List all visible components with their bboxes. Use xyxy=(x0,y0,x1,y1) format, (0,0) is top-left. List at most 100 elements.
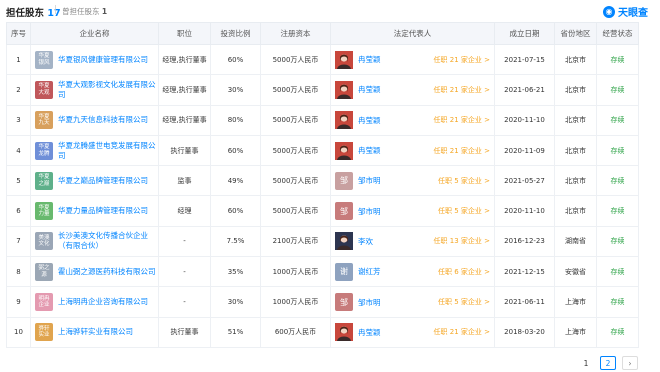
legal-rep-name-link[interactable]: 冉莹颖 xyxy=(358,54,381,65)
date-cell: 2016-12-23 xyxy=(494,225,555,258)
legal-rep-name-link[interactable]: 冉莹颖 xyxy=(358,145,381,156)
rep-companies-link[interactable]: 任职 21 家企业 > xyxy=(434,85,490,95)
avatar[interactable] xyxy=(335,80,353,99)
date-cell: 2020-11-10 xyxy=(494,195,555,227)
legal-rep-name-link[interactable]: 冉莹颖 xyxy=(358,327,381,338)
person-photo-icon xyxy=(335,141,353,160)
date-cell: 2018-03-20 xyxy=(494,316,555,348)
row-number: 6 xyxy=(6,195,31,227)
row-number: 4 xyxy=(6,134,31,167)
company-cell: 明冉企业 上海明冉企业咨询有限公司 xyxy=(30,286,159,318)
person-photo-icon xyxy=(335,232,353,251)
legal-rep-cell: 冉莹颖 任职 21 家企业 > xyxy=(330,104,495,136)
company-name-link[interactable]: 上海骅轩实业有限公司 xyxy=(58,327,133,337)
rep-companies-link[interactable]: 任职 21 家企业 > xyxy=(434,115,490,125)
company-name-link[interactable]: 华夏龙腾盛世电竞发展有限公司 xyxy=(58,141,158,161)
rep-companies-link[interactable]: 任职 6 家企业 > xyxy=(438,267,490,277)
table-row: 7 美澳文化 长沙美澳文化传播合伙企业（有限合伙） - 7.5% 2100万人民… xyxy=(6,225,639,258)
col-header-region: 省份地区 xyxy=(554,22,597,45)
table-header-row: 序号 企业名称 职位 投资比例 注册资本 法定代表人 成立日期 省份地区 经营状… xyxy=(6,22,639,45)
company-logo: 华夏九天 xyxy=(35,111,53,130)
date-cell: 2021-06-21 xyxy=(494,74,555,106)
region-cell: 北京市 xyxy=(554,195,597,227)
rep-companies-link[interactable]: 任职 21 家企业 > xyxy=(434,146,490,156)
avatar[interactable]: 邹 xyxy=(335,202,353,221)
col-header-date: 成立日期 xyxy=(494,22,555,45)
company-logo: 美澳文化 xyxy=(35,232,53,251)
region-cell: 上海市 xyxy=(554,316,597,348)
tab-current-shareholder[interactable]: 担任股东 17 xyxy=(6,5,61,19)
rep-companies-link[interactable]: 任职 21 家企业 > xyxy=(434,327,490,337)
legal-rep-name-link[interactable]: 冉莹颖 xyxy=(358,115,381,126)
avatar[interactable] xyxy=(335,141,353,160)
col-header-capital: 注册资本 xyxy=(260,22,331,45)
avatar[interactable]: 邹 xyxy=(335,293,353,312)
shareholder-header: 担任股东 17 | 曾担任股东 1 ◉ 天眼查 xyxy=(6,2,652,20)
date-cell: 2021-12-15 xyxy=(494,256,555,288)
company-name-link[interactable]: 华夏力量品牌管理有限公司 xyxy=(58,206,148,216)
ratio-cell: 80% xyxy=(210,104,261,136)
company-logo: 华夏力量 xyxy=(35,202,53,221)
avatar-initial: 邹 xyxy=(340,176,348,186)
legal-rep-name-link[interactable]: 李欢 xyxy=(358,236,373,247)
next-page-button[interactable]: › xyxy=(622,356,638,370)
row-number: 9 xyxy=(6,286,31,318)
company-name-link[interactable]: 华夏之巅品牌管理有限公司 xyxy=(58,176,148,186)
company-name-link[interactable]: 华夏大观影视文化发展有限公司 xyxy=(58,80,158,100)
company-cell: 华夏银风 华夏银风健康管理有限公司 xyxy=(30,43,159,76)
position-cell: 执行董事 xyxy=(158,134,211,167)
avatar[interactable] xyxy=(335,50,353,69)
row-number: 7 xyxy=(6,225,31,258)
legal-rep-name-link[interactable]: 邹市明 xyxy=(358,297,381,308)
rep-companies-link[interactable]: 任职 21 家企业 > xyxy=(434,55,490,65)
legal-rep-name-link[interactable]: 邹市明 xyxy=(358,175,381,186)
region-cell: 湖南省 xyxy=(554,225,597,258)
status-badge: 存续 xyxy=(596,316,639,348)
table-row: 10 骅轩实业 上海骅轩实业有限公司 执行董事 51% 600万人民币 冉莹颖 … xyxy=(6,316,639,348)
tab-former-shareholder[interactable]: 曾担任股东 1 xyxy=(62,6,107,17)
rep-companies-link[interactable]: 任职 5 家企业 > xyxy=(438,176,490,186)
row-number: 8 xyxy=(6,256,31,288)
company-name-link[interactable]: 长沙美澳文化传播合伙企业（有限合伙） xyxy=(58,231,158,251)
ratio-cell: 60% xyxy=(210,43,261,76)
row-number: 2 xyxy=(6,74,31,106)
person-photo-icon xyxy=(335,50,353,69)
company-logo: 弼之源 xyxy=(35,262,53,281)
legal-rep-cell: 冉莹颖 任职 21 家企业 > xyxy=(330,316,495,348)
avatar[interactable]: 谢 xyxy=(335,262,353,281)
company-name-link[interactable]: 华夏银风健康管理有限公司 xyxy=(58,55,148,65)
legal-rep-name-link[interactable]: 谢红芳 xyxy=(358,266,381,277)
legal-rep-name-link[interactable]: 冉莹颖 xyxy=(358,84,381,95)
page-1-button[interactable]: 1 xyxy=(578,356,594,370)
col-header-position: 职位 xyxy=(158,22,211,45)
company-logo: 华夏之巅 xyxy=(35,171,53,190)
col-header-legal-rep: 法定代表人 xyxy=(330,22,495,45)
avatar[interactable] xyxy=(335,232,353,251)
avatar[interactable]: 邹 xyxy=(335,171,353,190)
person-photo-icon xyxy=(335,80,353,99)
person-photo-icon xyxy=(335,323,353,342)
rep-companies-link[interactable]: 任职 13 家企业 > xyxy=(434,236,490,246)
company-cell: 华夏力量 华夏力量品牌管理有限公司 xyxy=(30,195,159,227)
company-name-link[interactable]: 华夏九天信息科技有限公司 xyxy=(58,115,148,125)
company-name-link[interactable]: 上海明冉企业咨询有限公司 xyxy=(58,297,148,307)
avatar[interactable] xyxy=(335,323,353,342)
company-cell: 华夏龙腾 华夏龙腾盛世电竞发展有限公司 xyxy=(30,134,159,167)
legal-rep-cell: 邹 邹市明 任职 5 家企业 > xyxy=(330,286,495,318)
avatar[interactable] xyxy=(335,111,353,130)
table-row: 9 明冉企业 上海明冉企业咨询有限公司 - 30% 1000万人民币 邹 邹市明… xyxy=(6,286,639,318)
legal-rep-name-link[interactable]: 邹市明 xyxy=(358,206,381,217)
rep-companies-link[interactable]: 任职 5 家企业 > xyxy=(438,206,490,216)
page-2-button[interactable]: 2 xyxy=(600,356,616,370)
rep-companies-link[interactable]: 任职 5 家企业 > xyxy=(438,297,490,307)
region-cell: 北京市 xyxy=(554,43,597,76)
pagination: 1 2 › xyxy=(578,356,638,370)
capital-cell: 5000万人民币 xyxy=(260,195,331,227)
status-badge: 存续 xyxy=(596,134,639,167)
status-badge: 存续 xyxy=(596,165,639,197)
legal-rep-cell: 冉莹颖 任职 21 家企业 > xyxy=(330,134,495,167)
company-name-link[interactable]: 霍山弼之源医药科技有限公司 xyxy=(58,267,156,277)
row-number: 10 xyxy=(6,316,31,348)
row-number: 5 xyxy=(6,165,31,197)
capital-cell: 1000万人民币 xyxy=(260,256,331,288)
